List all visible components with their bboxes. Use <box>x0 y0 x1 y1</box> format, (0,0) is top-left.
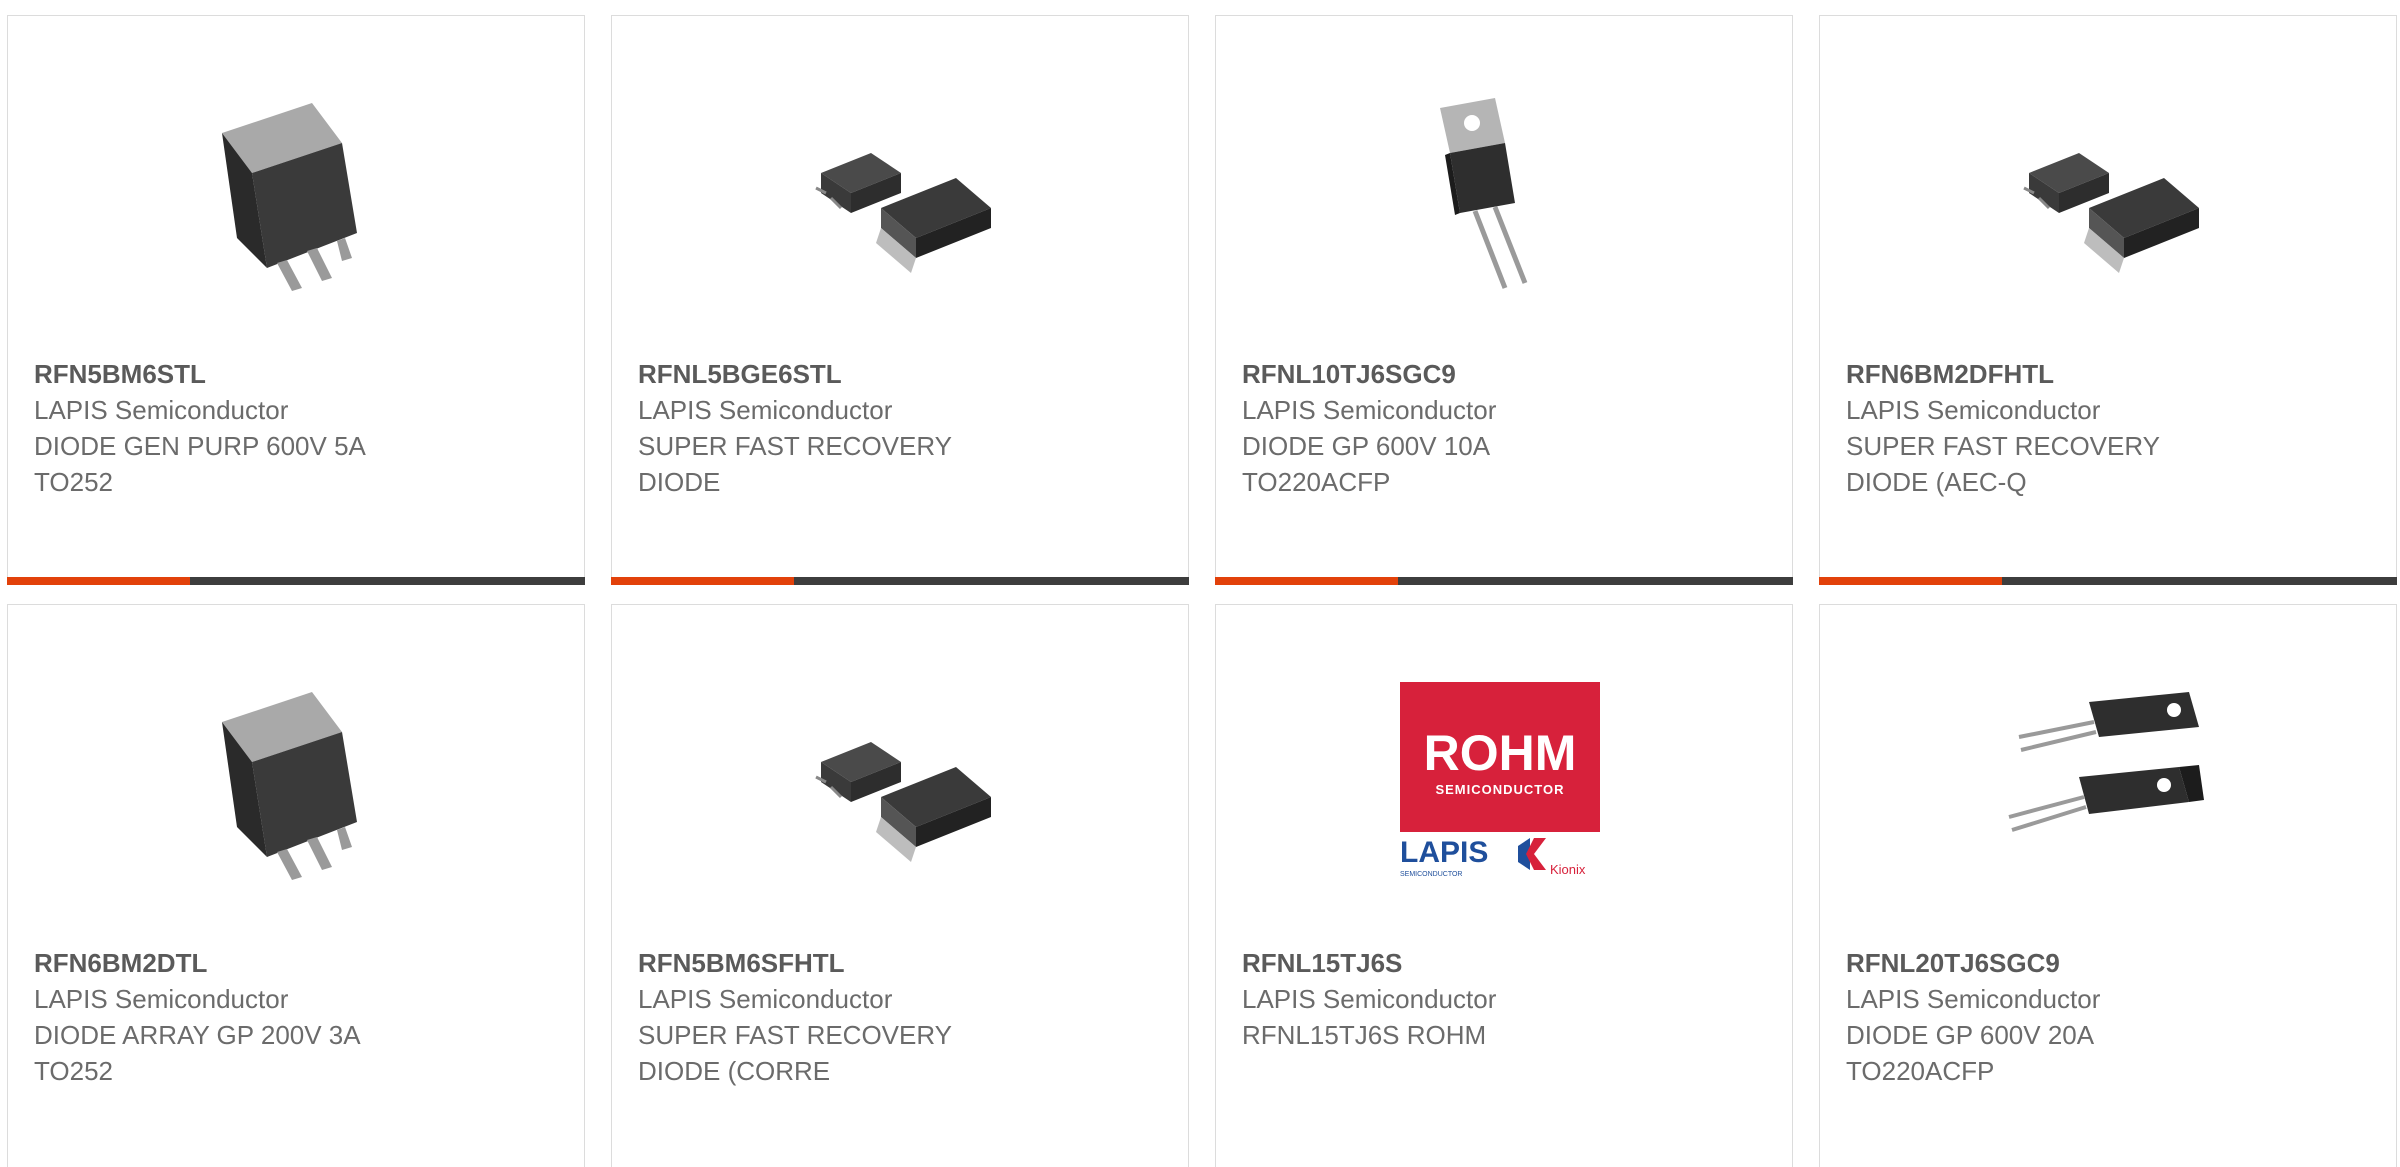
product-grid: RFN5BM6STL LAPIS Semiconductor DIODE GEN… <box>0 0 2400 1167</box>
product-card[interactable]: RFNL10TJ6SGC9 LAPIS Semiconductor DIODE … <box>1214 15 1793 585</box>
description-line-2: TO252 <box>34 1056 114 1086</box>
description-line-2: TO220ACFP <box>1242 467 1391 497</box>
product-card[interactable]: ROHM SEMICONDUCTOR LAPIS SEMICONDUCTOR K… <box>1215 604 1793 1167</box>
manufacturer: LAPIS Semiconductor <box>1846 395 2101 425</box>
description-line-2: TO220ACFP <box>1846 1056 1995 1086</box>
to220-package-icon <box>1440 98 1528 289</box>
part-number[interactable]: RFN6BM2DFHTL <box>1846 356 2266 392</box>
product-image[interactable] <box>192 93 392 293</box>
lapis-tagline-text: SEMICONDUCTOR <box>1400 871 1462 878</box>
card-bottom-bar <box>6 577 585 585</box>
to220fp-pair-package-icon <box>2008 692 2204 832</box>
card-bottom-bar <box>1818 577 2397 585</box>
description-line-1: DIODE GEN PURP 600V 5A <box>34 431 366 461</box>
dpak-pair-package-icon <box>815 153 991 273</box>
product-info: RFN6BM2DTL LAPIS Semiconductor DIODE ARR… <box>34 945 454 1089</box>
part-number[interactable]: RFNL15TJ6S <box>1242 945 1662 981</box>
product-image[interactable] <box>796 682 996 882</box>
manufacturer: LAPIS Semiconductor <box>1846 984 2101 1014</box>
card-bottom-bar <box>610 577 1189 585</box>
description-line-1: DIODE GP 600V 20A <box>1846 1020 2095 1050</box>
card-accent <box>6 577 190 585</box>
product-card[interactable]: RFN6BM2DTL LAPIS Semiconductor DIODE ARR… <box>7 604 585 1167</box>
product-info: RFNL10TJ6SGC9 LAPIS Semiconductor DIODE … <box>1242 356 1662 500</box>
product-info: RFN5BM6SFHTL LAPIS Semiconductor SUPER F… <box>638 945 1058 1089</box>
product-card[interactable]: RFNL5BGE6STL LAPIS Semiconductor SUPER F… <box>610 15 1189 585</box>
product-image[interactable] <box>796 93 996 293</box>
rohm-logo-icon: ROHM SEMICONDUCTOR LAPIS SEMICONDUCTOR K… <box>1400 682 1600 878</box>
product-image[interactable] <box>1400 93 1600 293</box>
description-line-1: SUPER FAST RECOVERY <box>1846 431 2161 461</box>
card-accent <box>1214 577 1398 585</box>
product-card[interactable]: RFNL20TJ6SGC9 LAPIS Semiconductor DIODE … <box>1819 604 2397 1167</box>
product-info: RFN5BM6STL LAPIS Semiconductor DIODE GEN… <box>34 356 454 500</box>
product-info: RFN6BM2DFHTL LAPIS Semiconductor SUPER F… <box>1846 356 2266 500</box>
product-image[interactable] <box>2004 93 2204 293</box>
manufacturer: LAPIS Semiconductor <box>638 395 893 425</box>
description-line-1: RFNL15TJ6S ROHM <box>1242 1020 1487 1050</box>
manufacturer: LAPIS Semiconductor <box>34 984 289 1014</box>
card-accent <box>610 577 794 585</box>
product-info: RFNL20TJ6SGC9 LAPIS Semiconductor DIODE … <box>1846 945 2266 1089</box>
manufacturer: LAPIS Semiconductor <box>638 984 893 1014</box>
manufacturer: LAPIS Semiconductor <box>34 395 289 425</box>
rohm-tagline-text: SEMICONDUCTOR <box>1435 782 1564 797</box>
rohm-brand-text: ROHM <box>1424 725 1577 781</box>
part-number[interactable]: RFNL20TJ6SGC9 <box>1846 945 2266 981</box>
product-image[interactable] <box>2004 682 2204 882</box>
lapis-brand-text: LAPIS <box>1400 836 1488 869</box>
product-info: RFNL15TJ6S LAPIS Semiconductor RFNL15TJ6… <box>1242 945 1662 1053</box>
description-line-1: SUPER FAST RECOVERY <box>638 1020 953 1050</box>
part-number[interactable]: RFN6BM2DTL <box>34 945 454 981</box>
dpak-package-icon <box>222 692 357 880</box>
product-card[interactable]: RFN6BM2DFHTL LAPIS Semiconductor SUPER F… <box>1818 15 2397 585</box>
description-line-1: DIODE ARRAY GP 200V 3A <box>34 1020 361 1050</box>
product-card[interactable]: RFN5BM6STL LAPIS Semiconductor DIODE GEN… <box>6 15 585 585</box>
card-accent <box>1818 577 2002 585</box>
description-line-2: DIODE (AEC-Q <box>1846 467 2027 497</box>
product-image[interactable] <box>192 682 392 882</box>
description-line-2: DIODE (CORRE <box>638 1056 831 1086</box>
manufacturer: LAPIS Semiconductor <box>1242 395 1497 425</box>
description-line-1: DIODE GP 600V 10A <box>1242 431 1491 461</box>
description-line-2: TO252 <box>34 467 114 497</box>
part-number[interactable]: RFNL10TJ6SGC9 <box>1242 356 1662 392</box>
manufacturer: LAPIS Semiconductor <box>1242 984 1497 1014</box>
dpak-pair-package-icon <box>815 742 991 862</box>
dpak-package-icon <box>222 103 357 291</box>
product-image[interactable]: ROHM SEMICONDUCTOR LAPIS SEMICONDUCTOR K… <box>1400 682 1600 882</box>
kionix-brand-text: Kionix <box>1550 862 1586 877</box>
description-line-1: SUPER FAST RECOVERY <box>638 431 953 461</box>
part-number[interactable]: RFN5BM6SFHTL <box>638 945 1058 981</box>
product-card[interactable]: RFN5BM6SFHTL LAPIS Semiconductor SUPER F… <box>611 604 1189 1167</box>
description-line-2: DIODE <box>638 467 721 497</box>
part-number[interactable]: RFN5BM6STL <box>34 356 454 392</box>
card-bottom-bar <box>1214 577 1793 585</box>
part-number[interactable]: RFNL5BGE6STL <box>638 356 1058 392</box>
dpak-pair-package-icon <box>2023 153 2199 273</box>
product-info: RFNL5BGE6STL LAPIS Semiconductor SUPER F… <box>638 356 1058 500</box>
